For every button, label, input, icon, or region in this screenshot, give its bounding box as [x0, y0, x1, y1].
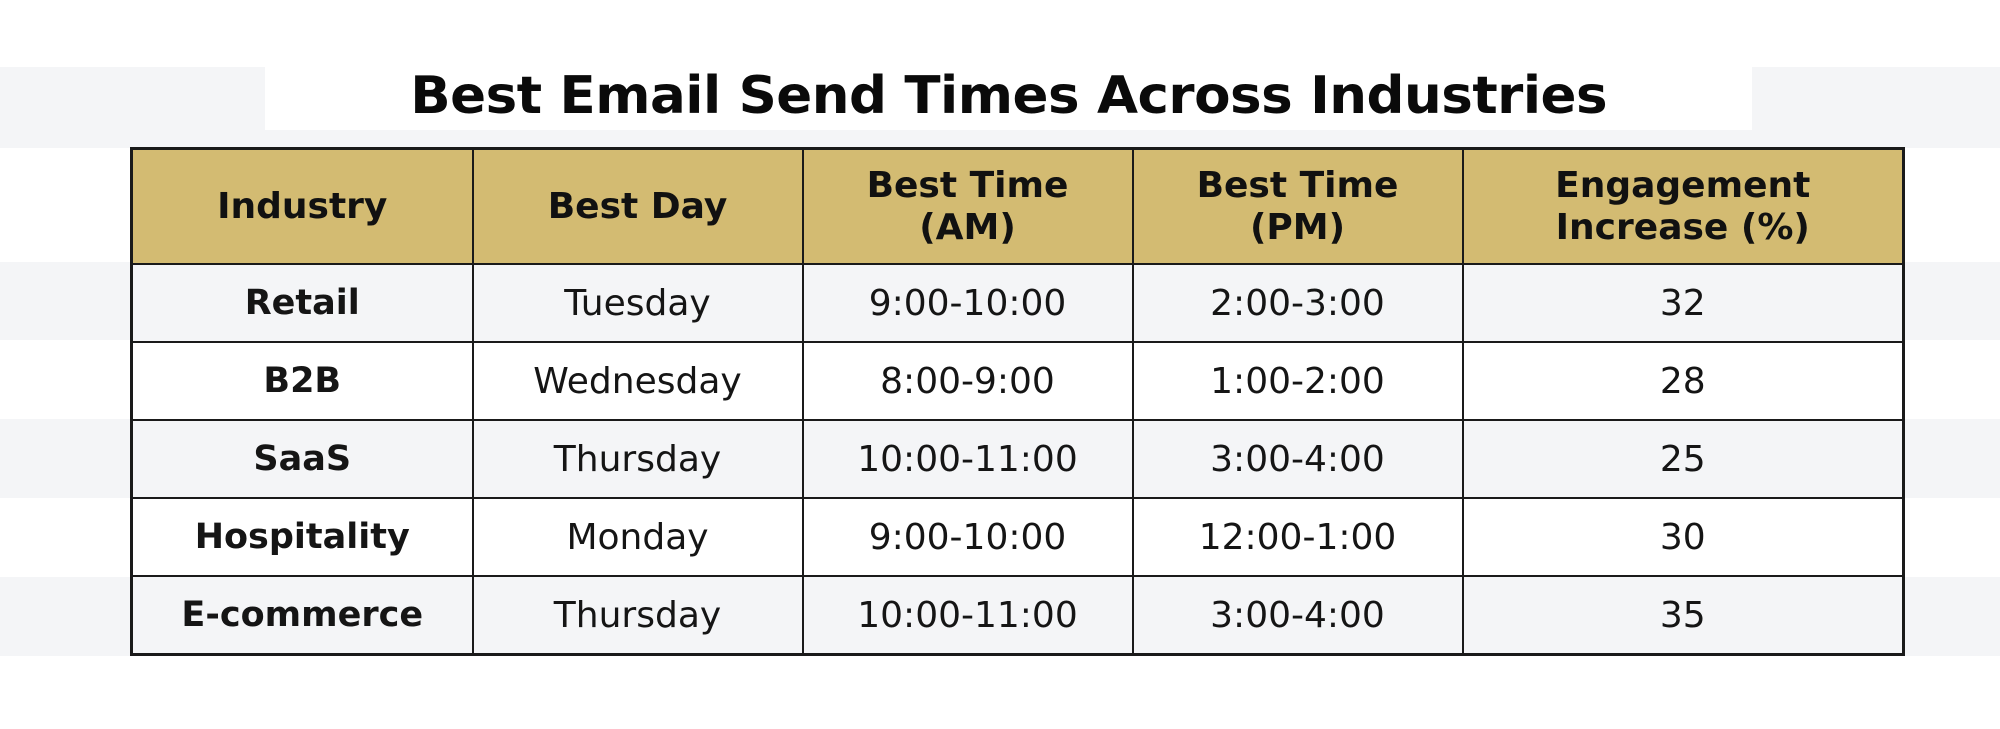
- cell-engagement-increase: 32: [1461, 263, 1905, 343]
- table-row: E-commerce Thursday 10:00-11:00 3:00-4:0…: [130, 575, 1905, 656]
- header-row: Industry Best Day Best Time (AM) Best Ti…: [130, 147, 1905, 265]
- cell-best-time-am: 9:00-10:00: [801, 263, 1134, 343]
- cell-best-time-pm: 3:00-4:00: [1131, 575, 1464, 656]
- cell-best-day: Thursday: [471, 419, 804, 499]
- title-box: Best Email Send Times Across Industries: [265, 62, 1752, 130]
- cell-best-day: Thursday: [471, 575, 804, 656]
- cell-best-time-am: 10:00-11:00: [801, 419, 1134, 499]
- cell-industry: E-commerce: [130, 575, 474, 656]
- cell-best-time-pm: 2:00-3:00: [1131, 263, 1464, 343]
- table-row: Retail Tuesday 9:00-10:00 2:00-3:00 32: [130, 263, 1905, 343]
- cell-best-time-pm: 3:00-4:00: [1131, 419, 1464, 499]
- send-times-table: Industry Best Day Best Time (AM) Best Ti…: [130, 147, 1905, 656]
- cell-engagement-increase: 35: [1461, 575, 1905, 656]
- cell-best-time-am: 8:00-9:00: [801, 341, 1134, 421]
- table-row: SaaS Thursday 10:00-11:00 3:00-4:00 25: [130, 419, 1905, 499]
- cell-best-day: Monday: [471, 497, 804, 577]
- page-title: Best Email Send Times Across Industries: [410, 66, 1607, 126]
- cell-industry: B2B: [130, 341, 474, 421]
- header-industry: Industry: [130, 147, 474, 265]
- cell-engagement-increase: 30: [1461, 497, 1905, 577]
- cell-best-time-pm: 12:00-1:00: [1131, 497, 1464, 577]
- header-best-time-pm: Best Time (PM): [1131, 147, 1464, 265]
- table-row: B2B Wednesday 8:00-9:00 1:00-2:00 28: [130, 341, 1905, 421]
- cell-industry: Hospitality: [130, 497, 474, 577]
- cell-best-day: Wednesday: [471, 341, 804, 421]
- cell-engagement-increase: 25: [1461, 419, 1905, 499]
- cell-best-time-am: 10:00-11:00: [801, 575, 1134, 656]
- table-row: Hospitality Monday 9:00-10:00 12:00-1:00…: [130, 497, 1905, 577]
- cell-industry: Retail: [130, 263, 474, 343]
- cell-best-time-am: 9:00-10:00: [801, 497, 1134, 577]
- cell-industry: SaaS: [130, 419, 474, 499]
- header-engagement-increase: Engagement Increase (%): [1461, 147, 1905, 265]
- cell-engagement-increase: 28: [1461, 341, 1905, 421]
- header-best-day: Best Day: [471, 147, 804, 265]
- cell-best-time-pm: 1:00-2:00: [1131, 341, 1464, 421]
- cell-best-day: Tuesday: [471, 263, 804, 343]
- header-best-time-am: Best Time (AM): [801, 147, 1134, 265]
